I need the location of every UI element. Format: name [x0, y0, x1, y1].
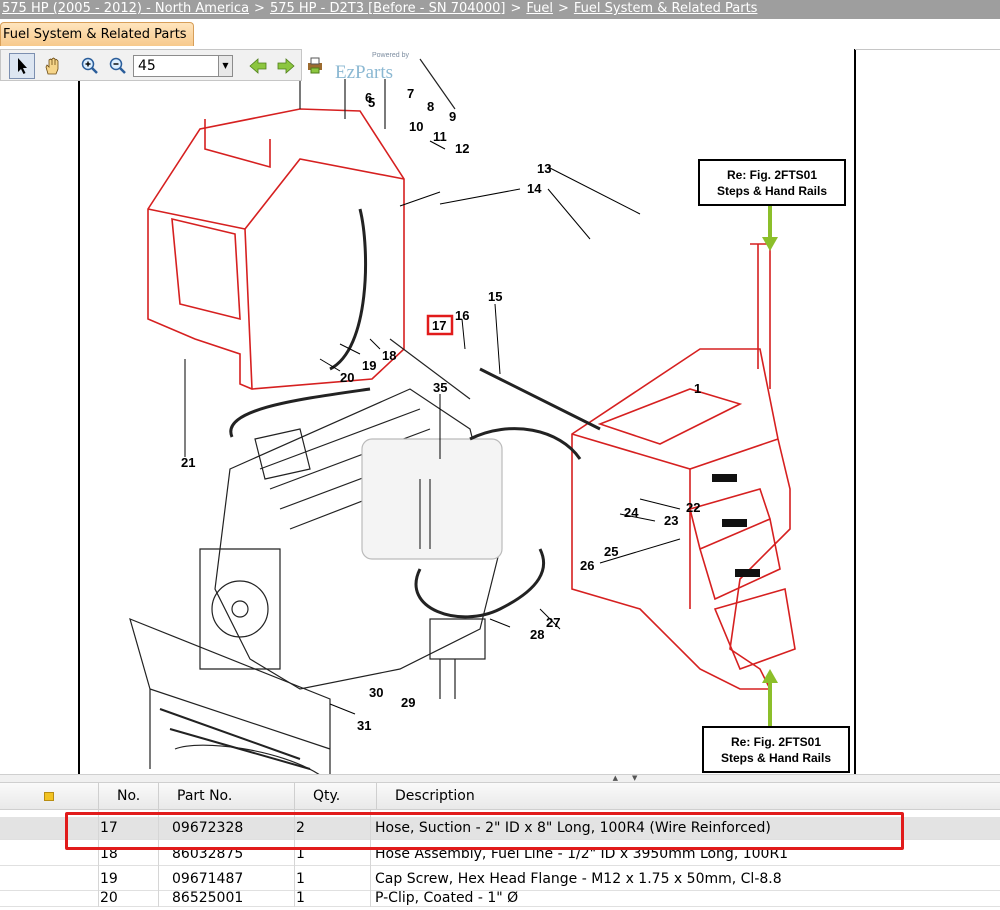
panel-splitter[interactable]: ▲▼ [0, 774, 1000, 782]
callout-line: Steps & Hand Rails [720, 751, 832, 765]
chevron-down-icon[interactable]: ▼ [218, 56, 232, 76]
parts-table: No. Part No. Qty. Description 17 0967232… [0, 782, 1000, 907]
cell-no: 18 [100, 846, 118, 862]
column-header-qty[interactable]: Qty. [294, 783, 376, 810]
cell-qty: 1 [296, 846, 305, 862]
table-row[interactable]: 18 86032875 1 Hose Assembly, Fuel Line -… [0, 843, 1000, 866]
breadcrumb: 575 HP (2005 - 2012) - North America >575… [0, 0, 1000, 19]
next-button[interactable] [273, 53, 299, 79]
divider [855, 49, 1000, 50]
zoom-level-select[interactable]: 45 ▼ [133, 55, 233, 77]
callout-steps-bottom[interactable]: Re: Fig. 2FTS01 Steps & Hand Rails [702, 726, 850, 773]
cell-part-no: 86032875 [172, 846, 244, 862]
zoom-in-button[interactable] [77, 53, 103, 79]
watermark-sub: Powered by [372, 52, 409, 59]
cell-no: 17 [100, 820, 118, 836]
print-icon [308, 57, 322, 74]
hand-pan-icon [45, 57, 59, 75]
zoom-out-icon [109, 57, 126, 74]
previous-button[interactable] [245, 53, 271, 79]
table-row-selected[interactable]: 17 09672328 2 Hose, Suction - 2" ID x 8"… [0, 817, 1000, 840]
zoom-out-button[interactable] [105, 53, 131, 79]
callout-line: Re: Fig. 2FTS01 [726, 168, 818, 182]
callout-line: Re: Fig. 2FTS01 [730, 735, 822, 749]
breadcrumb-link-variant[interactable]: 575 HP - D2T3 [Before - SN 704000] [270, 1, 505, 16]
column-header-description[interactable]: Description [376, 783, 1000, 810]
cell-description: Hose, Suction - 2" ID x 8" Long, 100R4 (… [375, 820, 771, 836]
zoom-in-icon [81, 57, 98, 74]
column-divider [158, 810, 159, 907]
zoom-level-value: 45 [138, 58, 156, 74]
table-row[interactable]: 20 86525001 1 P-Clip, Coated - 1" Ø [0, 890, 1000, 907]
tab-fuel-system[interactable]: Fuel System & Related Parts [0, 22, 194, 46]
table-header: No. Part No. Qty. Description [0, 782, 1000, 810]
folder-icon[interactable] [44, 792, 54, 801]
select-pointer-icon [18, 58, 27, 74]
column-divider [370, 810, 371, 907]
arrow-right-icon [277, 58, 295, 74]
callout-line: Steps & Hand Rails [716, 184, 828, 198]
column-header-no[interactable]: No. [98, 783, 158, 810]
breadcrumb-separator: > [557, 1, 569, 16]
column-divider [294, 810, 295, 907]
column-header-part-no[interactable]: Part No. [158, 783, 294, 810]
print-button[interactable] [302, 52, 328, 78]
arrow-left-icon [249, 58, 267, 74]
cell-part-no: 09672328 [172, 820, 244, 836]
breadcrumb-link-model[interactable]: 575 HP (2005 - 2012) - North America [2, 1, 249, 16]
select-pointer-button[interactable] [9, 53, 35, 79]
tab-bar: Fuel System & Related Parts [0, 19, 1000, 47]
breadcrumb-separator: > [510, 1, 522, 16]
diagram-frame [78, 49, 856, 775]
breadcrumb-separator: > [254, 1, 265, 16]
hand-pan-button[interactable] [39, 53, 65, 79]
splitter-grip-icon[interactable]: ▲▼ [604, 775, 660, 782]
column-divider [98, 810, 99, 907]
watermark-logo: EzParts [335, 62, 394, 83]
breadcrumb-link-fuel[interactable]: Fuel [526, 1, 553, 16]
callout-steps-top[interactable]: Re: Fig. 2FTS01 Steps & Hand Rails [698, 159, 846, 206]
breadcrumb-link-fuel-system[interactable]: Fuel System & Related Parts [574, 1, 758, 16]
cell-description: Hose Assembly, Fuel Line - 1/2" ID x 395… [375, 846, 789, 862]
cell-qty: 2 [296, 820, 305, 836]
diagram-toolbar: 45 ▼ [0, 49, 302, 81]
